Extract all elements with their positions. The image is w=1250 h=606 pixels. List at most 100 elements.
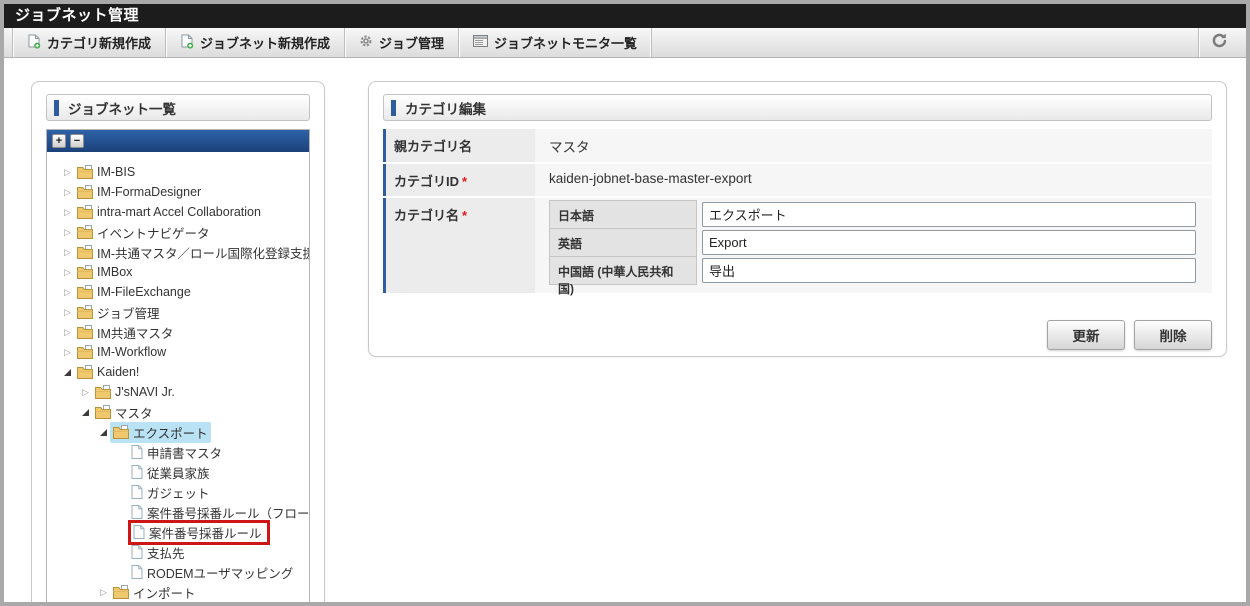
tree-node[interactable]: IM-BIS (74, 164, 138, 180)
tree-node[interactable]: IM-共通マスタ／ロール国際化登録支援機能 (74, 242, 309, 263)
tree-row: 申請書マスタ (49, 442, 307, 462)
tree-row: IMBox (49, 262, 307, 282)
locale-input[interactable] (702, 230, 1196, 255)
tree-toolbar: + − (47, 130, 309, 152)
tree-node[interactable]: J'sNAVI Jr. (92, 384, 178, 400)
tree-node-label: 支払先 (147, 546, 185, 561)
tree-node[interactable]: RODEMユーザマッピング (128, 562, 296, 583)
tree-row: イベントナビゲータ (49, 222, 307, 242)
tree-node[interactable]: Kaiden! (74, 364, 142, 380)
tree-node[interactable]: ガジェット (128, 482, 213, 503)
folder-icon (77, 225, 93, 239)
tree-toggle-icon[interactable] (79, 409, 92, 416)
tree-node[interactable]: 従業員家族 (128, 462, 213, 483)
locale-label: 中国語 (中華人民共和国) (549, 256, 697, 296)
locale-input[interactable] (702, 202, 1196, 227)
jobnet-list-title: ジョブネット一覧 (68, 101, 176, 117)
new-doc-icon (180, 34, 194, 52)
tree-node-label: RODEMユーザマッピング (147, 566, 294, 581)
tree-node-label: IM-共通マスタ／ロール国際化登録支援機能 (97, 246, 309, 261)
tree-toggle-icon[interactable] (79, 387, 92, 398)
tree-node-label: intra-mart Accel Collaboration (97, 205, 261, 219)
jobnet-list-panel: ジョブネット一覧 + − ▷ IM-BIS ▷ IM-FormaDesigner… (31, 81, 325, 602)
tree-toggle-icon[interactable] (61, 327, 74, 338)
tree-toggle-icon[interactable] (61, 369, 74, 376)
tree-toggle-icon[interactable] (61, 167, 74, 178)
new-doc-icon (27, 34, 41, 52)
tree-toggle-icon[interactable] (61, 307, 74, 318)
tree-row: エクスポート (49, 421, 307, 443)
tree-node-label: 従業員家族 (147, 466, 210, 481)
tree-toggle-icon[interactable] (97, 429, 110, 436)
tree-row: IM-共通マスタ／ロール国際化登録支援機能 (49, 242, 309, 263)
tree-node-label: IM-FormaDesigner (97, 185, 202, 199)
toolbar: カテゴリ新規作成 ジョブネット新規作成 ジョブ管理 ジョブネットモニタ一覧 (4, 28, 1246, 58)
folder-icon (113, 585, 129, 599)
tree-toggle-icon[interactable] (61, 227, 74, 238)
tree-toggle-icon[interactable] (61, 287, 74, 298)
folder-icon (77, 305, 93, 319)
folder-icon (77, 165, 93, 179)
folder-icon (77, 325, 93, 339)
tree-node[interactable]: 申請書マスタ (128, 442, 225, 463)
category-edit-title: カテゴリ編集 (405, 101, 486, 117)
tree-row: J'sNAVI Jr. (49, 382, 307, 402)
locale-label: 英語 (549, 228, 697, 257)
tree-row: IM-BIS (49, 162, 307, 182)
toolbar-button[interactable]: カテゴリ新規作成 (13, 28, 167, 57)
tree-node-label: ジョブ管理 (97, 306, 160, 321)
folder-icon (77, 185, 93, 199)
tree-toggle-icon[interactable] (61, 347, 74, 358)
tree-node-label: イベントナビゲータ (97, 226, 210, 241)
tree-node[interactable]: IMBox (74, 264, 135, 280)
main-content: ジョブネット一覧 + − ▷ IM-BIS ▷ IM-FormaDesigner… (4, 58, 1246, 602)
tree-node[interactable]: IM-FileExchange (74, 284, 194, 300)
toolbar-button[interactable]: ジョブネットモニタ一覧 (459, 28, 653, 57)
tree-node[interactable]: 支払先 (128, 542, 188, 563)
locale-input[interactable] (702, 258, 1196, 283)
required-mark: * (462, 174, 468, 189)
tree-node[interactable]: イベントナビゲータ (74, 222, 213, 243)
tree-node-label: J'sNAVI Jr. (115, 385, 175, 399)
tree-toggle-icon[interactable] (61, 247, 74, 258)
tree-node[interactable]: ジョブ管理 (74, 302, 163, 323)
toolbar-button[interactable]: ジョブ管理 (345, 28, 460, 57)
tree-row: 案件番号採番ルール (49, 519, 307, 545)
tree-row: IM共通マスタ (49, 322, 307, 342)
collapse-all-button[interactable]: − (70, 134, 84, 148)
tree-node[interactable]: エクスポート (110, 421, 211, 443)
tree-row: ガジェット (49, 482, 307, 502)
tree-node[interactable]: IM共通マスタ (74, 322, 176, 343)
expand-all-button[interactable]: + (52, 134, 66, 148)
toolbar-button-label: カテゴリ新規作成 (47, 36, 152, 51)
tree-node[interactable]: IM-FormaDesigner (74, 184, 204, 200)
update-button[interactable]: 更新 (1047, 320, 1125, 350)
tree-row: 従業員家族 (49, 462, 307, 482)
tree-row: インポート (49, 582, 307, 602)
tree-node[interactable]: 案件番号採番ルール (128, 519, 270, 545)
refresh-button[interactable] (1198, 28, 1240, 57)
tree-node[interactable]: intra-mart Accel Collaboration (74, 204, 264, 220)
folder-icon (77, 365, 93, 379)
tree-node[interactable]: IM-Workflow (74, 344, 169, 360)
document-icon (131, 545, 143, 559)
tree-node[interactable]: インポート (110, 582, 199, 603)
tree-toggle-icon[interactable] (97, 587, 110, 598)
tree-node[interactable]: マスタ (92, 402, 156, 423)
tree-row: マスタ (49, 402, 307, 422)
tree-toggle-icon[interactable] (61, 207, 74, 218)
jobnet-list-header: ジョブネット一覧 (46, 94, 310, 121)
tree-toggle-icon[interactable] (61, 187, 74, 198)
tree-node-label: IM共通マスタ (97, 326, 174, 341)
tree-toggle-icon[interactable] (61, 267, 74, 278)
delete-button[interactable]: 削除 (1134, 320, 1212, 350)
toolbar-button[interactable]: ジョブネット新規作成 (166, 28, 346, 57)
tree-row: RODEMユーザマッピング (49, 562, 307, 582)
category-id-row: カテゴリID * kaiden-jobnet-base-master-export (383, 164, 1212, 196)
toolbar-button-label: ジョブネット新規作成 (200, 36, 331, 51)
form-actions: 更新 削除 (383, 320, 1212, 350)
category-form: 親カテゴリ名 マスタ カテゴリID * kaiden-jobnet-base-ma… (383, 129, 1212, 296)
locale-label: 日本語 (549, 200, 697, 229)
tree-node-label: インポート (133, 586, 196, 601)
tree-node-label: IM-BIS (97, 165, 136, 179)
